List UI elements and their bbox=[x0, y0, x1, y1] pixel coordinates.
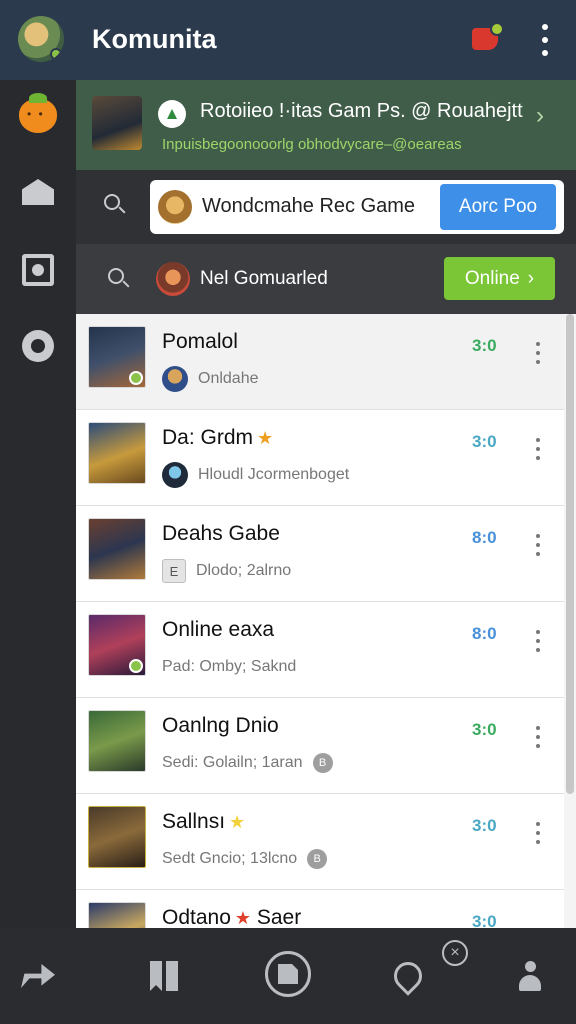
game-subtitle: Pad: Omby; Saknd bbox=[162, 658, 297, 675]
list-item[interactable]: Oanlng Dnio Sedi: Golailn; 1aran B 3:0 bbox=[76, 698, 564, 794]
game-name: Oanlng Dnio bbox=[162, 714, 279, 737]
search-icon[interactable] bbox=[106, 266, 132, 292]
info-badge-icon: B bbox=[312, 753, 333, 773]
star-icon: ★ bbox=[257, 428, 274, 448]
list-item[interactable]: Online eaxa Pad: Omby; Saknd 8:0 bbox=[76, 602, 564, 698]
game-subtitle: E Dlodo; 2alrno bbox=[162, 558, 291, 584]
game-name: Da: Grdm ★ bbox=[162, 426, 274, 449]
chevron-right-icon: › bbox=[527, 267, 535, 289]
filter-avatar-icon bbox=[156, 262, 190, 296]
app: Komunita ▲ Rotoiieo !·itas Gam Ps. @ Rou… bbox=[0, 0, 576, 1024]
game-subtitle: Sedt Gncio; 13lcno B bbox=[162, 846, 328, 872]
bottom-navigation bbox=[0, 928, 576, 1024]
list-item[interactable]: Odtano ★ Saer 3:0 bbox=[76, 890, 564, 928]
more-vertical-icon[interactable] bbox=[534, 822, 542, 844]
game-score: 8:0 bbox=[472, 624, 497, 643]
online-dot bbox=[50, 48, 62, 60]
fruit-logo-icon[interactable] bbox=[18, 93, 58, 136]
player-avatar-icon bbox=[162, 462, 188, 488]
game-thumbnail bbox=[88, 902, 146, 928]
more-vertical-icon[interactable] bbox=[534, 726, 542, 748]
star-icon: ★ bbox=[234, 908, 252, 928]
more-vertical-icon[interactable] bbox=[534, 534, 542, 556]
filter-bar: Nel Gomuarled Online › bbox=[76, 244, 576, 314]
game-thumbnail bbox=[88, 806, 146, 868]
search-action-button[interactable]: Aorc Poo bbox=[440, 184, 556, 230]
document-icon: E bbox=[162, 559, 186, 583]
search-bar: Wondcmahe Rec Game Aorc Poo bbox=[76, 170, 576, 244]
sidebar bbox=[0, 80, 76, 928]
online-button[interactable]: Online › bbox=[444, 257, 555, 300]
game-subtitle: Hloudl Jcormenboget bbox=[162, 462, 349, 488]
game-score: 3:0 bbox=[472, 816, 497, 835]
list-item[interactable]: Pomalol Onldahe 3:0 bbox=[76, 314, 564, 410]
game-score: 3:0 bbox=[472, 912, 497, 928]
user-avatar[interactable] bbox=[18, 16, 64, 62]
promo-thumbnail bbox=[92, 96, 142, 150]
game-thumbnail bbox=[88, 326, 146, 388]
more-vertical-icon[interactable] bbox=[536, 24, 554, 56]
game-subtitle: Sedi: Golailn; 1aran B bbox=[162, 750, 333, 776]
info-badge-icon: B bbox=[307, 849, 328, 869]
game-thumbnail bbox=[88, 518, 146, 580]
game-score: 8:0 bbox=[472, 528, 497, 547]
online-label: Online bbox=[464, 267, 520, 289]
list-item[interactable]: Deahs Gabe E Dlodo; 2alrno 8:0 bbox=[76, 506, 564, 602]
notification-icon[interactable] bbox=[470, 22, 504, 54]
star-icon: ★ bbox=[229, 812, 246, 832]
game-subtitle: Onldahe bbox=[162, 366, 259, 392]
player-avatar-icon bbox=[162, 366, 188, 392]
game-list: Pomalol Onldahe 3:0 Da: Grdm ★ Hloudl Jco… bbox=[76, 314, 576, 928]
search-input[interactable]: Wondcmahe Rec Game Aorc Poo bbox=[150, 180, 564, 234]
game-name: Deahs Gabe bbox=[162, 522, 280, 545]
more-vertical-icon[interactable] bbox=[534, 342, 542, 364]
search-value: Wondcmahe Rec Game bbox=[202, 195, 416, 217]
game-avatar-icon bbox=[158, 190, 192, 224]
game-score: 3:0 bbox=[472, 720, 497, 739]
promo-banner[interactable]: ▲ Rotoiieo !·itas Gam Ps. @ Rouahejtt In… bbox=[76, 80, 576, 170]
main-content: ▲ Rotoiieo !·itas Gam Ps. @ Rouahejtt In… bbox=[76, 80, 576, 928]
game-score: 3:0 bbox=[472, 336, 497, 355]
promo-title: Rotoiieo !·itas Gam Ps. @ Rouahejtt bbox=[200, 100, 523, 122]
favorites-icon[interactable] bbox=[386, 954, 430, 998]
notification-badge bbox=[490, 22, 504, 36]
more-vertical-icon[interactable] bbox=[534, 438, 542, 460]
more-vertical-icon[interactable] bbox=[534, 630, 542, 652]
close-icon[interactable]: × bbox=[442, 940, 468, 966]
library-icon[interactable] bbox=[143, 954, 187, 998]
home-icon[interactable] bbox=[18, 172, 58, 212]
list-item[interactable]: Sallnsı ★ Sedt Gncio; 13lcno B 3:0 bbox=[76, 794, 564, 890]
circle-icon[interactable] bbox=[18, 326, 58, 366]
share-icon[interactable] bbox=[16, 954, 60, 998]
chevron-right-icon[interactable]: › bbox=[536, 102, 544, 130]
game-name: Online eaxa bbox=[162, 618, 275, 641]
app-title: Komunita bbox=[92, 24, 217, 54]
game-name: Pomalol bbox=[162, 330, 238, 353]
top-app-bar: Komunita bbox=[0, 0, 576, 80]
game-thumbnail bbox=[88, 614, 146, 676]
list-scrollbar[interactable] bbox=[566, 314, 574, 794]
game-thumbnail bbox=[88, 422, 146, 484]
search-icon[interactable] bbox=[102, 192, 128, 218]
game-name: Sallnsı ★ bbox=[162, 810, 246, 833]
game-name: Odtano ★ Saer bbox=[162, 906, 302, 928]
promo-subtitle: Inpuisbegoonooorlg obhodvycare–@oeareas bbox=[162, 136, 462, 153]
filter-label: Nel Gomuarled bbox=[200, 268, 328, 289]
game-score: 3:0 bbox=[472, 432, 497, 451]
game-thumbnail bbox=[88, 710, 146, 772]
edit-icon[interactable] bbox=[264, 950, 312, 998]
triangle-logo-icon: ▲ bbox=[158, 100, 186, 128]
profile-icon[interactable] bbox=[508, 954, 552, 998]
list-item[interactable]: Da: Grdm ★ Hloudl Jcormenboget 3:0 bbox=[76, 410, 564, 506]
grid-icon[interactable] bbox=[18, 250, 58, 290]
